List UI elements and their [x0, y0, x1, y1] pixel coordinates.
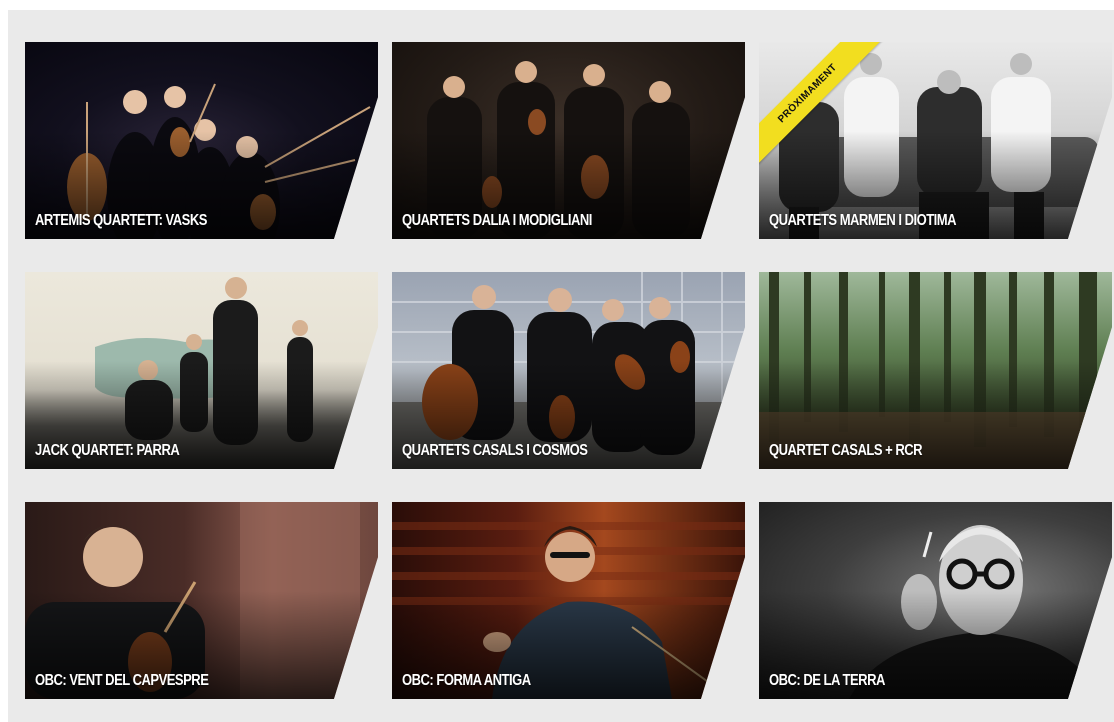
event-card-dalia-modigliani[interactable]: QUARTETS DALIA I MODIGLIANI: [392, 42, 745, 239]
event-title: ARTEMIS QUARTETT: VASKS: [35, 212, 207, 229]
event-grid-panel: ARTEMIS QUARTETT: VASKS QUARTETS DALIA I…: [8, 10, 1114, 722]
event-title: QUARTETS CASALS I COSMOS: [402, 442, 588, 459]
upcoming-badge: PRÒXIMAMENT: [759, 42, 886, 172]
event-card-artemis-quartett[interactable]: ARTEMIS QUARTETT: VASKS: [25, 42, 378, 239]
event-title: QUARTETS DALIA I MODIGLIANI: [402, 212, 592, 229]
event-card-forma-antiga[interactable]: OBC: FORMA ANTIGA: [392, 502, 745, 699]
event-card-marmen-diotima[interactable]: QUARTETS MARMEN I DIOTIMA PRÒXIMAMENT: [759, 42, 1112, 239]
event-title: OBC: VENT DEL CAPVESPRE: [35, 672, 209, 689]
event-card-casals-cosmos[interactable]: QUARTETS CASALS I COSMOS: [392, 272, 745, 469]
event-card-de-la-terra[interactable]: OBC: DE LA TERRA: [759, 502, 1112, 699]
event-title: JACK QUARTET: PARRA: [35, 442, 180, 459]
event-title: QUARTETS MARMEN I DIOTIMA: [769, 212, 957, 229]
event-card-jack-quartet[interactable]: JACK QUARTET: PARRA: [25, 272, 378, 469]
event-card-vent-del-capvespre[interactable]: OBC: VENT DEL CAPVESPRE: [25, 502, 378, 699]
event-title: OBC: DE LA TERRA: [769, 672, 885, 689]
upcoming-ribbon: PRÒXIMAMENT: [759, 42, 889, 172]
event-card-casals-rcr[interactable]: QUARTET CASALS + RCR: [759, 272, 1112, 469]
event-grid: ARTEMIS QUARTETT: VASKS QUARTETS DALIA I…: [25, 42, 1112, 699]
event-title: OBC: FORMA ANTIGA: [402, 672, 531, 689]
event-title: QUARTET CASALS + RCR: [769, 442, 923, 459]
